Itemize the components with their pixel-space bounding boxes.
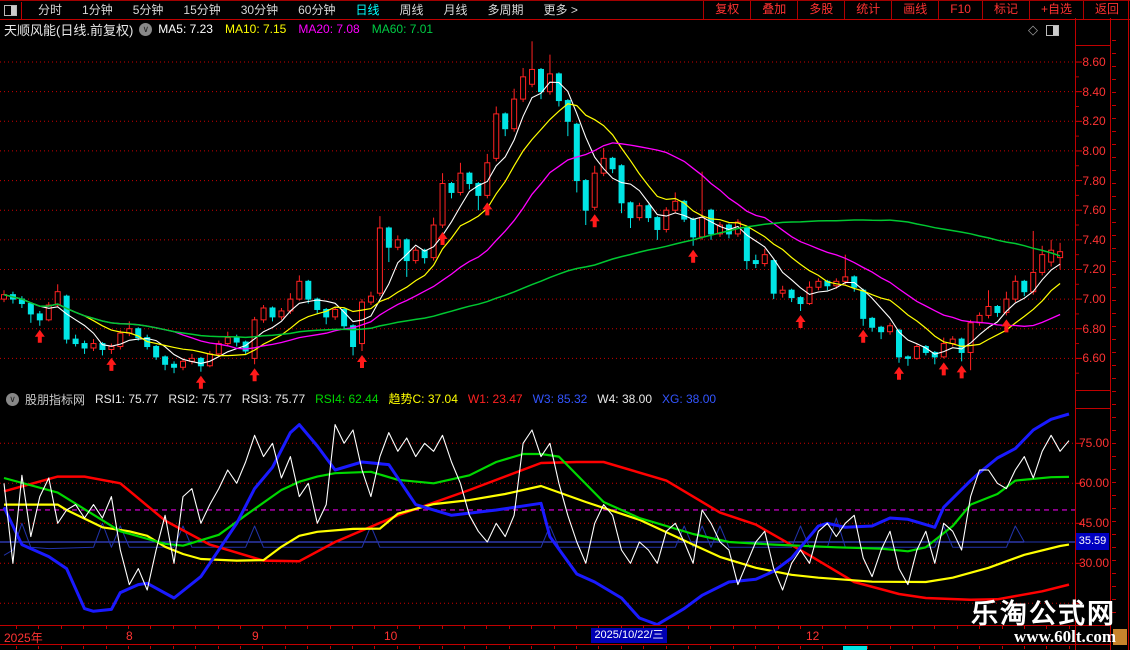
indicator-value-W3: W3: 85.32	[532, 392, 588, 406]
price-label: 8.00	[1082, 143, 1106, 158]
selected-date-badge: 2025/10/22/三	[591, 628, 667, 643]
axis-left-border	[1075, 18, 1076, 650]
watermark: 乐淘公式网 www.60lt.com	[971, 600, 1116, 646]
indicator-name: 股朋指标网	[25, 392, 86, 407]
time-label-10: 10	[384, 629, 398, 643]
chevron-down-icon[interactable]: ∨	[6, 392, 19, 406]
price-label: 7.60	[1082, 203, 1106, 218]
indicator-axis-label: 75.00	[1079, 436, 1110, 451]
price-label: 7.80	[1082, 173, 1106, 188]
indicator-axis-label: 60.00	[1079, 476, 1110, 491]
indicator-value-XG: XG: 38.00	[662, 392, 717, 406]
price-label: 8.40	[1082, 84, 1106, 99]
indicator-value-RSI4: RSI4: 62.44	[315, 392, 379, 406]
watermark-url: www.60lt.com	[1014, 627, 1116, 647]
price-label: 6.80	[1082, 321, 1106, 336]
pane-border	[1075, 408, 1111, 409]
indicator-values: RSI1: 75.77 RSI2: 75.77 RSI3: 75.77 RSI4: 6…	[95, 390, 726, 408]
price-label: 6.60	[1082, 351, 1106, 366]
indicator-current-value-badge: 35.59	[1076, 533, 1109, 550]
time-axis-top-border	[0, 625, 1111, 626]
indicator-value-RSI1: RSI1: 75.77	[95, 392, 159, 406]
indicator-value-RSI3: RSI3: 75.77	[241, 392, 306, 406]
indicator-value-W1: W1: 23.47	[467, 392, 523, 406]
indicator-axis-label: 45.00	[1079, 516, 1110, 531]
indicator-value-趋势C: 趋势C: 37.04	[388, 392, 458, 406]
indicator-value-RSI2: RSI2: 75.77	[168, 392, 232, 406]
watermark-site-name: 乐淘公式网	[971, 599, 1116, 629]
price-label: 7.40	[1082, 232, 1106, 247]
price-label: 7.00	[1082, 292, 1106, 307]
time-label-12: 12	[806, 629, 820, 643]
indicator-header: ∨ 股朋指标网 RSI1: 75.77 RSI2: 75.77 RSI3: 75.7…	[0, 390, 1075, 408]
right-scroll-strip[interactable]	[1111, 18, 1130, 650]
price-label: 7.20	[1082, 262, 1106, 277]
pane-border	[1075, 45, 1111, 46]
price-label: 8.20	[1082, 114, 1106, 129]
pane-border	[1075, 390, 1111, 391]
price-label: 8.60	[1082, 55, 1106, 70]
trading-app-window: 分时 1分钟 5分钟 15分钟 30分钟 60分钟 日线 周线 月线 多周期 更多 > 复权 叠加 多股…	[0, 0, 1130, 650]
indicator-axis-label: 30.00	[1079, 556, 1110, 571]
time-axis-bottom-border	[0, 644, 1111, 645]
indicator-value-W4: W4: 38.00	[597, 392, 652, 406]
time-label-8: 8	[126, 629, 133, 643]
chart-canvas[interactable]	[0, 0, 1130, 650]
time-label-9: 9	[252, 629, 259, 643]
next-pane-highlight-sliver	[843, 646, 867, 650]
